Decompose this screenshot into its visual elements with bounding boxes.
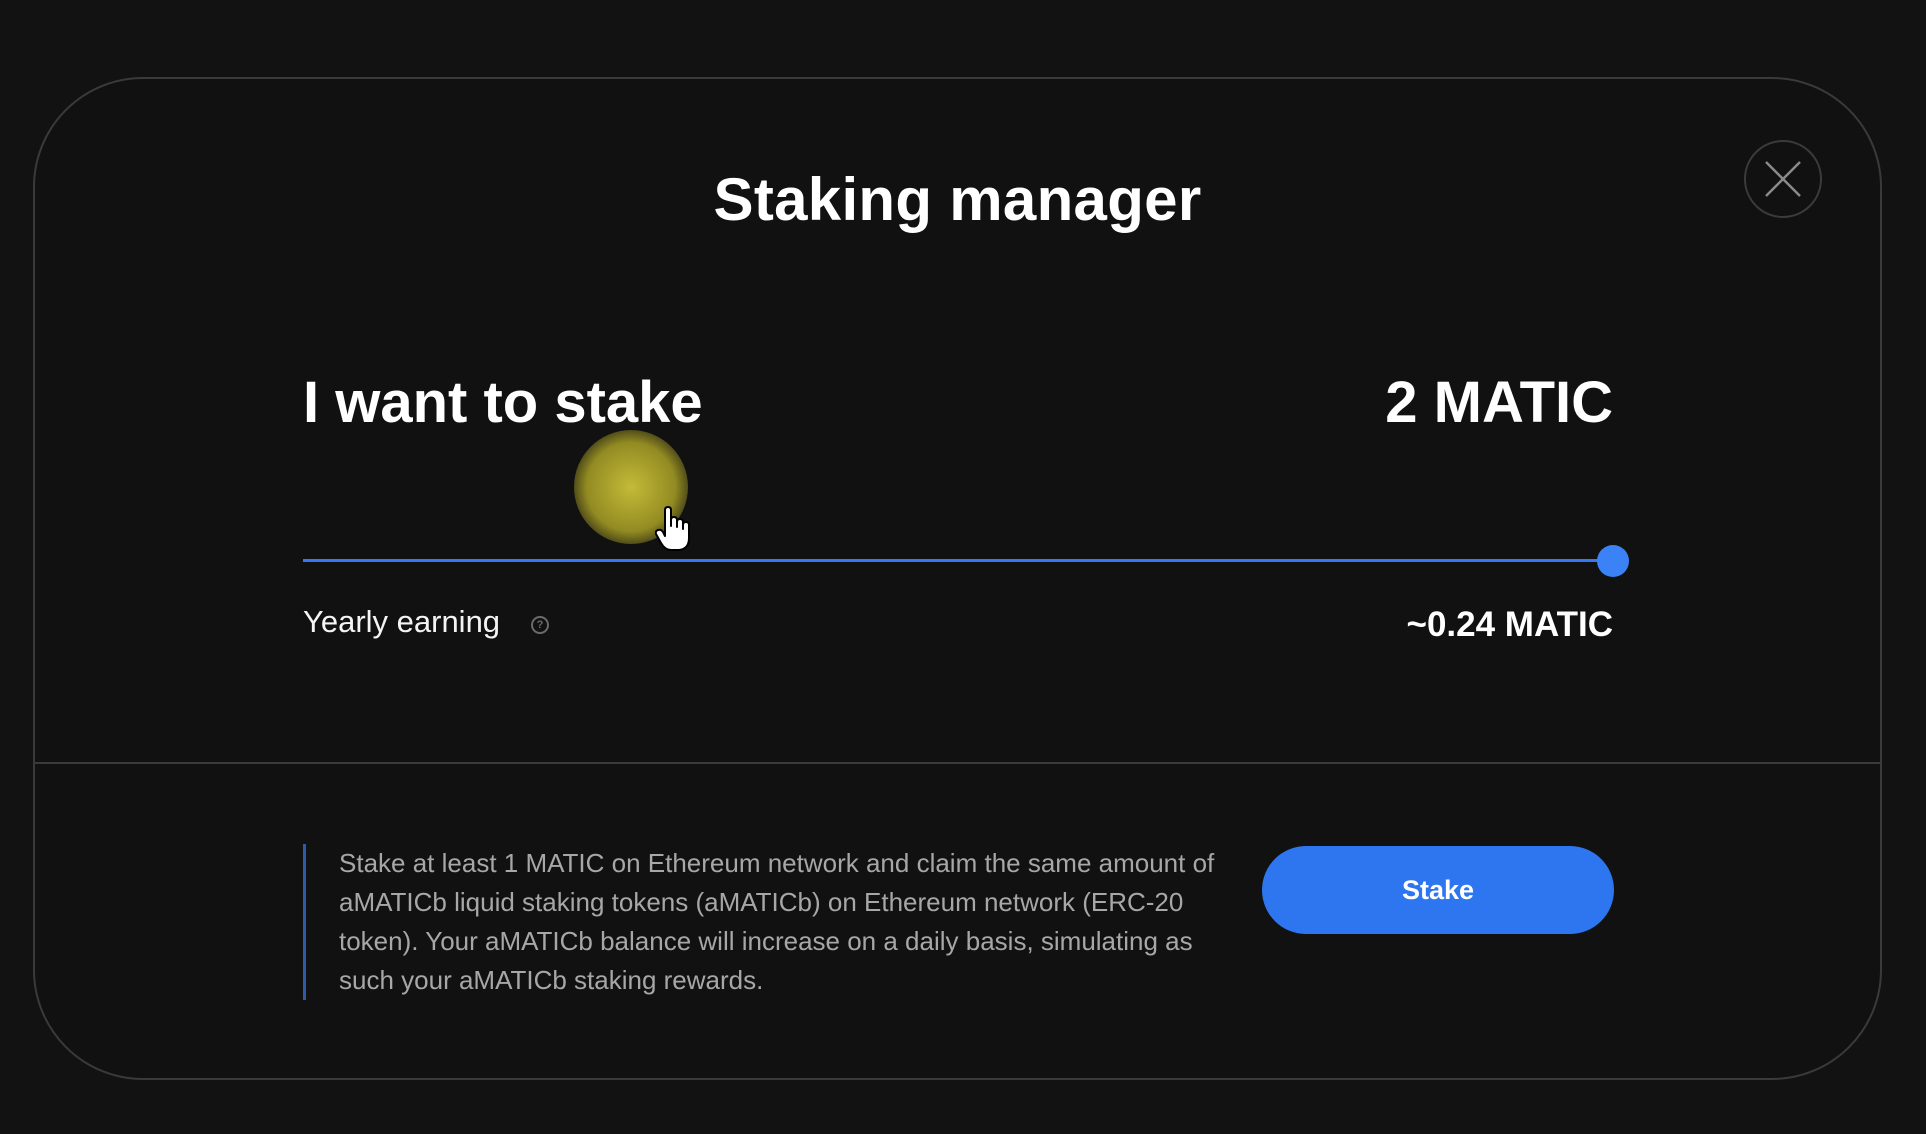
section-divider: [35, 762, 1880, 764]
stake-amount-slider[interactable]: [303, 545, 1629, 577]
modal-title: Staking manager: [713, 166, 1202, 233]
staking-info-text: Stake at least 1 MATIC on Ethereum netwo…: [303, 844, 1235, 1000]
yearly-earning-label: Yearly earning: [303, 604, 501, 639]
yearly-earning-value: ~0.24 MATIC: [1406, 605, 1614, 644]
slider-fill: [303, 559, 1613, 562]
question-circle-icon[interactable]: ?: [531, 616, 549, 634]
staking-manager-modal: Staking manager I want to stake 2 MATIC …: [33, 77, 1882, 1080]
slider-thumb[interactable]: [1597, 545, 1629, 577]
stake-button[interactable]: Stake: [1262, 846, 1614, 934]
stake-amount: 2 MATIC: [1385, 370, 1613, 435]
stake-label: I want to stake: [303, 370, 703, 435]
